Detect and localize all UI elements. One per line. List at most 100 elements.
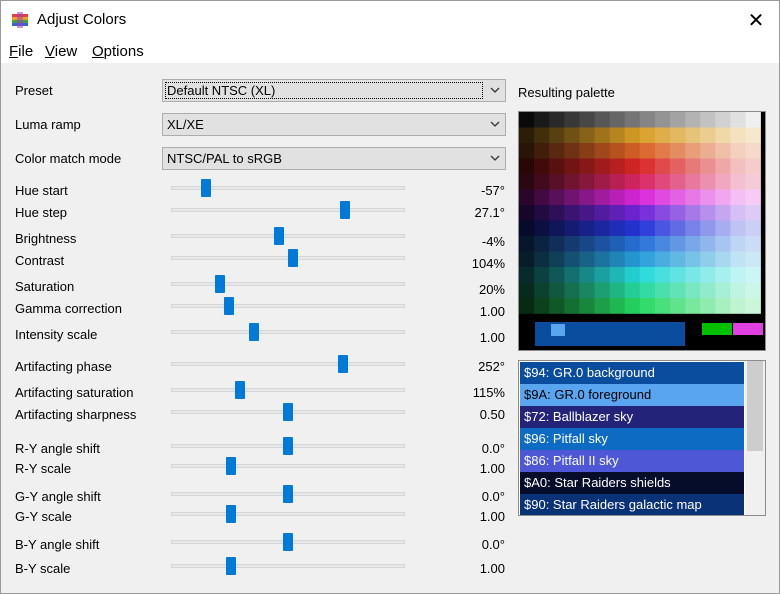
palette-cell <box>654 143 671 159</box>
menu-options[interactable]: Options <box>92 43 144 60</box>
palette-cell <box>624 298 641 314</box>
artifacting-phase-label: Artifacting phase <box>15 359 112 374</box>
list-item[interactable]: $96: Pitfall sky <box>520 428 744 450</box>
palette-cell <box>639 127 656 144</box>
palette-cell <box>730 205 746 221</box>
palette-cell <box>745 174 761 190</box>
close-button[interactable]: ✕ <box>733 1 779 39</box>
palette-cell <box>624 205 641 221</box>
palette-cell <box>624 251 641 268</box>
palette-cell <box>519 205 535 221</box>
slider-thumb[interactable] <box>337 355 348 373</box>
palette-cell <box>670 189 686 206</box>
palette-cell <box>579 220 595 237</box>
slider-thumb[interactable] <box>226 505 237 523</box>
brightness-slider[interactable] <box>171 227 405 245</box>
list-scrollbar[interactable] <box>745 361 765 515</box>
gamma-correction-label: Gamma correction <box>15 301 122 316</box>
palette-cell <box>579 205 595 221</box>
palette-cell <box>549 298 565 314</box>
scrollbar-thumb[interactable] <box>747 361 763 451</box>
slider-thumb[interactable] <box>200 179 211 197</box>
slider-thumb[interactable] <box>283 437 293 455</box>
palette-cell <box>670 158 686 175</box>
palette-cell <box>685 127 701 144</box>
slider-thumb[interactable] <box>226 557 237 575</box>
menu-file[interactable]: File <box>9 43 33 60</box>
palette-cell <box>639 282 656 299</box>
contrast-slider[interactable] <box>171 249 405 267</box>
saturation-slider[interactable] <box>171 275 405 293</box>
artifacting-phase-slider[interactable] <box>171 355 405 373</box>
preset-select[interactable]: Default NTSC (XL) <box>162 79 506 102</box>
palette-cell <box>519 174 535 190</box>
list-item[interactable]: $94: GR.0 background <box>520 362 744 384</box>
hue-step-value: 27.1° <box>474 205 505 220</box>
palette-cell <box>670 220 686 237</box>
palette-cell <box>579 189 595 206</box>
palette-cell <box>730 298 746 314</box>
palette-cell <box>609 127 625 144</box>
slider-thumb[interactable] <box>283 403 293 421</box>
palette-cell <box>594 127 610 144</box>
gy-angle-shift-slider[interactable] <box>171 485 405 503</box>
menu-view[interactable]: View <box>45 43 77 60</box>
palette-cell <box>685 298 701 314</box>
palette-cell <box>730 127 746 144</box>
list-item[interactable]: $90: Star Raiders galactic map <box>520 494 744 515</box>
palette-cell <box>519 298 535 314</box>
slider-thumb[interactable] <box>226 457 237 475</box>
artifacting-sharpness-label: Artifacting sharpness <box>15 407 137 422</box>
palette-cell <box>670 282 686 299</box>
palette-cell <box>519 189 535 206</box>
list-item[interactable]: $72: Ballblazer sky <box>520 406 744 428</box>
slider-thumb[interactable] <box>273 227 284 245</box>
palette-cell <box>564 174 580 190</box>
slider-thumb[interactable] <box>287 249 298 267</box>
list-item[interactable]: $9A: GR.0 foreground <box>520 384 744 406</box>
slider-thumb[interactable] <box>283 533 293 551</box>
gy-scale-slider[interactable] <box>171 505 405 523</box>
luma-ramp-select[interactable]: XL/XE <box>162 113 506 136</box>
palette-cell <box>685 112 701 128</box>
ry-angle-shift-slider[interactable] <box>171 437 405 455</box>
ry-scale-slider[interactable] <box>171 457 405 475</box>
palette-cell <box>715 251 731 268</box>
artifacting-sharpness-slider[interactable] <box>171 403 405 421</box>
palette-cell <box>715 112 731 128</box>
chevron-down-icon <box>490 155 500 161</box>
list-item[interactable]: $86: Pitfall II sky <box>520 450 744 472</box>
artifacting-saturation-slider[interactable] <box>171 381 405 399</box>
palette-cell <box>670 112 686 128</box>
palette-cell <box>534 251 550 268</box>
hue-start-value: -57° <box>481 183 505 198</box>
slider-thumb[interactable] <box>223 297 234 315</box>
palette-cell <box>654 220 671 237</box>
palette-cell <box>534 205 550 221</box>
palette-cell <box>579 267 595 283</box>
palette-cell <box>609 143 625 159</box>
ry-scale-label: R-Y scale <box>15 461 72 476</box>
by-scale-slider[interactable] <box>171 557 405 575</box>
palette-cell <box>745 220 761 237</box>
palette-cell <box>519 127 535 144</box>
palette-cell <box>685 143 701 159</box>
color-reference-list[interactable]: $94: GR.0 background $9A: GR.0 foregroun… <box>518 360 766 516</box>
color-match-select[interactable]: NTSC/PAL to sRGB <box>162 147 506 170</box>
by-angle-shift-slider[interactable] <box>171 533 405 551</box>
slider-thumb[interactable] <box>235 381 246 399</box>
list-item[interactable]: $A0: Star Raiders shields <box>520 472 744 494</box>
palette-cell <box>730 251 746 268</box>
palette-cell <box>685 282 701 299</box>
intensity-scale-slider[interactable] <box>171 323 405 341</box>
slider-thumb[interactable] <box>249 323 260 341</box>
palette-cell <box>534 189 550 206</box>
slider-thumb[interactable] <box>214 275 225 293</box>
slider-thumb[interactable] <box>339 201 350 219</box>
hue-step-slider[interactable] <box>171 201 405 219</box>
palette-cell <box>549 220 565 237</box>
slider-thumb[interactable] <box>283 485 293 503</box>
hue-start-slider[interactable] <box>171 179 405 197</box>
palette-cell <box>549 158 565 175</box>
gamma-correction-slider[interactable] <box>171 297 405 315</box>
